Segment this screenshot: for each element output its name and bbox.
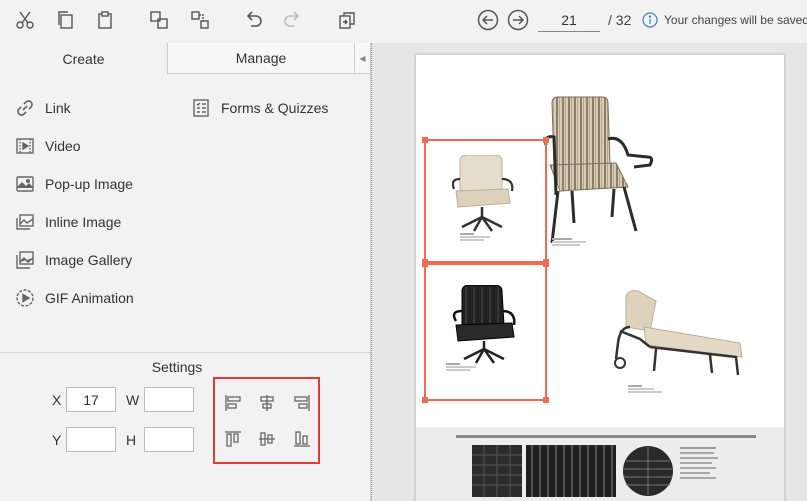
tool-label: Forms & Quizzes: [221, 100, 329, 116]
black-swivel-chair-image: [452, 285, 516, 364]
tool-link[interactable]: Link: [15, 96, 71, 120]
tool-label: GIF Animation: [45, 290, 134, 306]
h-field[interactable]: [144, 427, 194, 452]
tool-label: Inline Image: [45, 214, 122, 230]
swatch-legend: [680, 447, 720, 479]
align-bottom-icon[interactable]: [292, 429, 312, 449]
product-caption: [460, 233, 500, 241]
info-icon: [642, 12, 658, 28]
product-caption: [446, 363, 486, 371]
x-label: X: [52, 392, 62, 408]
align-left-icon[interactable]: [223, 393, 243, 413]
align-right-icon[interactable]: [292, 393, 312, 413]
swivel-chair-image: [452, 155, 514, 232]
w-field[interactable]: [144, 387, 194, 412]
paste-icon[interactable]: [93, 8, 117, 32]
sling-swatch: [526, 445, 616, 497]
tool-label: Image Gallery: [45, 252, 133, 268]
round-table-swatch: [623, 446, 673, 496]
gif-icon: [16, 289, 34, 307]
tab-bar: Create Manage ◀: [0, 43, 370, 74]
divider: [0, 352, 370, 353]
toolbar: / 32 Your changes will be saved: [0, 0, 807, 42]
replace-page-icon[interactable]: [335, 8, 359, 32]
undo-icon[interactable]: [241, 8, 265, 32]
tool-forms-quizzes[interactable]: Forms & Quizzes: [191, 96, 328, 120]
tab-create[interactable]: Create: [0, 43, 168, 74]
h-label: H: [126, 432, 137, 448]
catalog-page: [416, 55, 784, 501]
document-canvas[interactable]: [371, 43, 807, 501]
form-icon: [193, 99, 209, 117]
x-field[interactable]: [66, 387, 116, 412]
page-number-input[interactable]: [538, 9, 600, 32]
save-status: Your changes will be saved: [664, 13, 807, 27]
copy-icon[interactable]: [53, 8, 77, 32]
footer-heading: [456, 435, 756, 438]
y-field[interactable]: [66, 427, 116, 452]
align-top-icon[interactable]: [223, 429, 243, 449]
tab-manage[interactable]: Manage: [168, 43, 354, 74]
left-panel: Create Manage ◀ Link Video Pop-up Image …: [0, 43, 371, 501]
slat-swatch: [472, 445, 522, 497]
product-caption: [628, 385, 668, 393]
w-label: W: [126, 392, 140, 408]
resize-handle[interactable]: [422, 137, 428, 143]
tool-gif-animation[interactable]: GIF Animation: [15, 286, 134, 310]
selected-image-frame-1[interactable]: [422, 137, 549, 265]
align-center-horizontal-icon[interactable]: [257, 393, 277, 413]
gallery-icon: [16, 251, 34, 269]
tool-label: Pop-up Image: [45, 176, 133, 192]
tool-label: Video: [45, 138, 81, 154]
inline-image-icon: [16, 214, 34, 230]
ungroup-icon[interactable]: [188, 8, 212, 32]
arrow-left-circle-icon[interactable]: [477, 9, 499, 31]
video-icon: [16, 138, 34, 154]
selected-image-frame-2[interactable]: [422, 261, 549, 403]
catalog-footer: [416, 427, 784, 501]
resize-handle[interactable]: [422, 397, 428, 403]
alignment-group: [213, 377, 320, 464]
image-icon: [16, 176, 34, 192]
product-caption: [552, 238, 592, 246]
chaise-lounge-image: [614, 290, 743, 376]
y-label: Y: [52, 432, 62, 448]
tool-popup-image[interactable]: Pop-up Image: [15, 172, 133, 196]
tool-inline-image[interactable]: Inline Image: [15, 210, 121, 234]
resize-handle[interactable]: [543, 137, 549, 143]
resize-handle[interactable]: [422, 261, 428, 267]
cut-icon[interactable]: [13, 8, 37, 32]
resize-handle[interactable]: [543, 261, 549, 267]
align-middle-vertical-icon[interactable]: [257, 429, 277, 449]
tool-label: Link: [45, 100, 71, 116]
group-icon[interactable]: [147, 8, 171, 32]
tool-image-gallery[interactable]: Image Gallery: [15, 248, 132, 272]
page-total: / 32: [608, 12, 632, 28]
arrow-right-circle-icon[interactable]: [507, 9, 529, 31]
resize-handle[interactable]: [543, 397, 549, 403]
redo-icon[interactable]: [281, 8, 305, 32]
tool-video[interactable]: Video: [15, 134, 81, 158]
settings-title: Settings: [151, 359, 203, 375]
link-icon: [17, 100, 33, 116]
dining-chair-image: [544, 96, 654, 244]
collapse-panel-button[interactable]: ◀: [354, 43, 370, 74]
